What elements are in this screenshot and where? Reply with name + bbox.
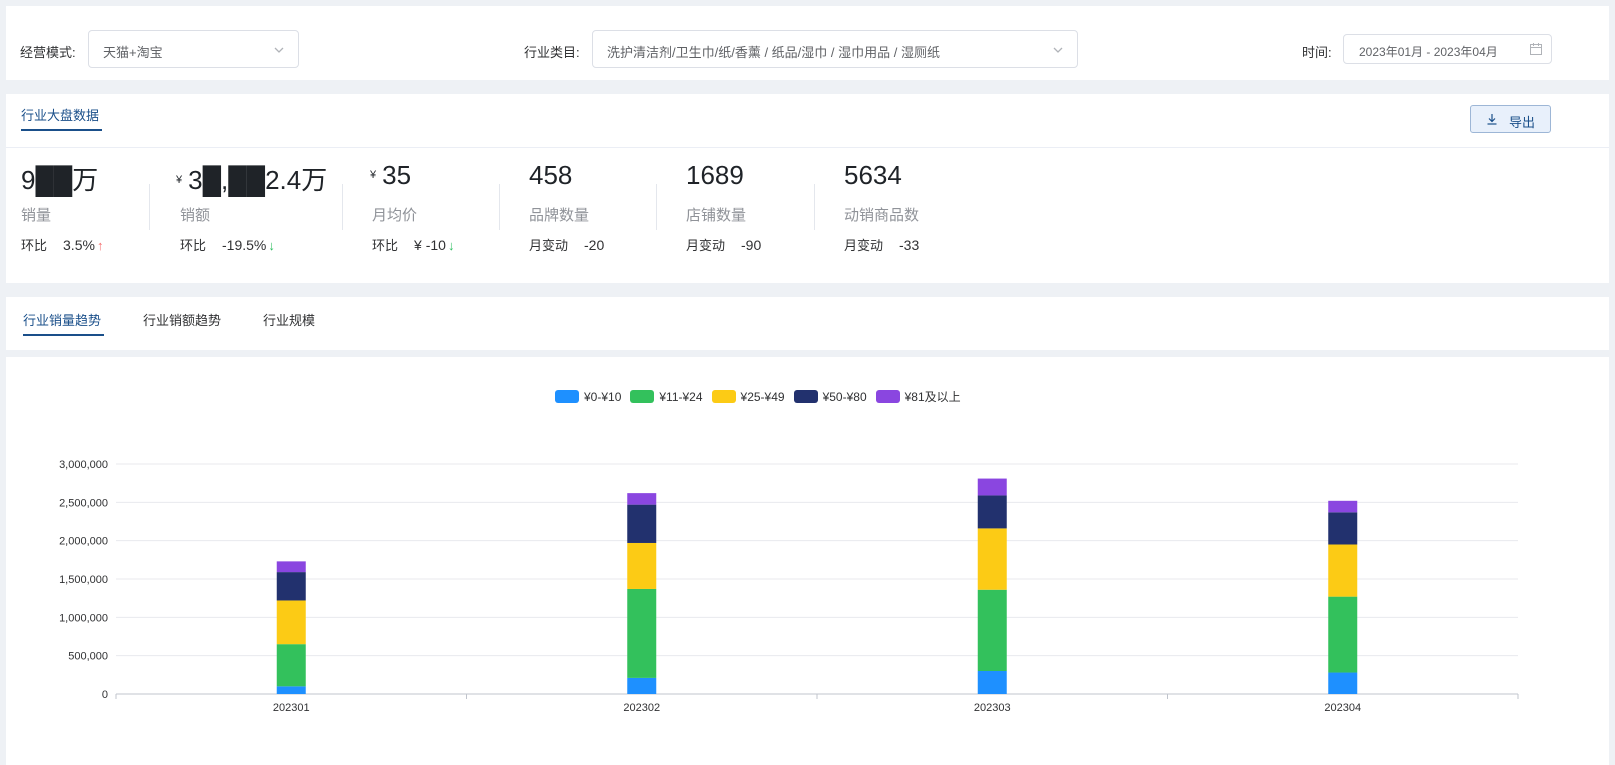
- y-tick-label: 1,500,000: [59, 574, 108, 586]
- bar-segment: [627, 504, 657, 543]
- y-tick-label: 500,000: [68, 651, 108, 663]
- bar-segment: [276, 686, 306, 694]
- bar-segment: [1328, 544, 1358, 597]
- bar-segment: [276, 600, 306, 645]
- y-tick-label: 2,500,000: [59, 497, 108, 509]
- bar-segment: [1328, 672, 1358, 694]
- y-tick-label: 3,000,000: [59, 459, 108, 471]
- bar-segment: [627, 493, 657, 505]
- bar-segment: [977, 495, 1007, 529]
- bar-segment: [977, 478, 1007, 496]
- bar-segment: [1328, 512, 1358, 545]
- bar-segment: [627, 677, 657, 694]
- x-tick-label: 202302: [623, 702, 660, 714]
- bar-segment: [627, 588, 657, 678]
- bar-segment: [276, 644, 306, 687]
- x-tick-label: 202303: [974, 702, 1011, 714]
- bar-segment: [977, 528, 1007, 590]
- bar-segment: [1328, 500, 1358, 513]
- bar-segment: [1328, 596, 1358, 673]
- x-tick-label: 202304: [1324, 702, 1361, 714]
- bar-segment: [627, 542, 657, 589]
- stacked-bar-chart: 0 500,000 1,000,000 1,500,000 2,000,000 2,500…: [59, 459, 1519, 714]
- x-tick-label: 202301: [273, 702, 310, 714]
- bar-segment: [977, 589, 1007, 671]
- bar-segment: [977, 671, 1007, 694]
- bar-segment: [276, 572, 306, 601]
- y-tick-label: 1,000,000: [59, 612, 108, 624]
- y-tick-label: 0: [102, 689, 108, 701]
- y-tick-label: 2,000,000: [59, 536, 108, 548]
- bar-segment: [276, 561, 306, 573]
